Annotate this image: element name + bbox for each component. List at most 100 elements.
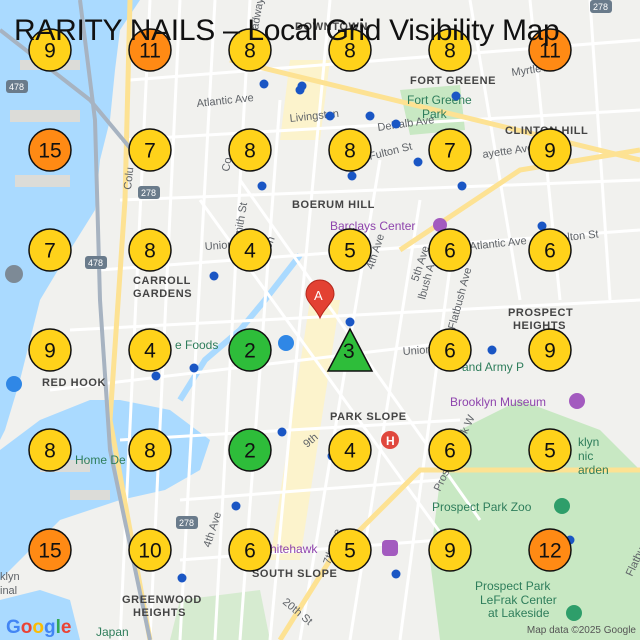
rank-marker[interactable]: 5: [328, 228, 372, 272]
rank-value: 5: [344, 540, 356, 563]
rank-value: 8: [44, 440, 56, 463]
label-park-slope: PARK SLOPE: [330, 411, 407, 423]
label-klyn: klyn: [0, 571, 20, 583]
metro-icon: [259, 79, 269, 89]
label-whole-foods: e Foods: [175, 338, 218, 352]
shield-icon: 278: [590, 0, 612, 13]
metro-icon: [209, 271, 219, 281]
metro-icon: [451, 91, 461, 101]
label-prospect-park-zoo: Prospect Park Zoo: [432, 500, 532, 514]
svg-text:478: 478: [88, 258, 103, 268]
label-prospect-heights-1: PROSPECT: [508, 307, 573, 319]
rank-marker[interactable]: 7: [128, 128, 172, 172]
label-south-slope: SOUTH SLOPE: [252, 568, 337, 580]
metro-icon: [151, 371, 161, 381]
rank-value: 5: [544, 440, 556, 463]
rank-marker[interactable]: 4: [228, 228, 272, 272]
rank-marker[interactable]: 9: [528, 328, 572, 372]
rank-marker[interactable]: 2: [228, 428, 272, 472]
metro-icon: [189, 363, 199, 373]
rank-value: 8: [244, 40, 256, 63]
rank-value: 15: [38, 540, 61, 563]
label-greenwood-2: HEIGHTS: [133, 607, 186, 619]
shield-icon: 278: [176, 516, 198, 529]
rank-marker[interactable]: 9: [528, 128, 572, 172]
business-rank: 3: [343, 340, 355, 363]
google-logo: Google: [6, 617, 72, 638]
rank-value: 9: [444, 540, 456, 563]
rank-marker[interactable]: 8: [328, 128, 372, 172]
rank-marker[interactable]: 10: [128, 528, 172, 572]
metro-icon: [391, 119, 401, 129]
rank-marker[interactable]: 9: [428, 528, 472, 572]
label-lefrak-2: at Lakeside: [488, 606, 550, 620]
rank-marker[interactable]: 11: [528, 28, 572, 72]
rank-marker[interactable]: 6: [428, 428, 472, 472]
label-greenwood-1: GREENWOOD: [122, 594, 202, 606]
rank-value: 8: [244, 140, 256, 163]
metro-icon: [347, 171, 357, 181]
svg-text:278: 278: [141, 188, 156, 198]
rank-marker[interactable]: 8: [128, 428, 172, 472]
rank-marker[interactable]: 11: [128, 28, 172, 72]
metro-icon: [231, 501, 241, 511]
rank-marker[interactable]: 8: [28, 428, 72, 472]
rank-marker[interactable]: 6: [428, 328, 472, 372]
rank-marker[interactable]: 7: [428, 128, 472, 172]
metro-icon: [413, 157, 423, 167]
metro-icon: [365, 111, 375, 121]
metro-icon: [257, 181, 267, 191]
label-boerum-hill: BOERUM HILL: [292, 199, 375, 211]
rank-marker[interactable]: 8: [228, 128, 272, 172]
rank-marker[interactable]: 4: [128, 328, 172, 372]
label-lefrak-1: LeFrak Center: [480, 593, 557, 607]
rank-marker[interactable]: 12: [528, 528, 572, 572]
metro-icon: [345, 317, 355, 327]
rank-value: 6: [444, 240, 456, 263]
rank-marker[interactable]: 6: [528, 228, 572, 272]
rank-marker[interactable]: 8: [428, 28, 472, 72]
rank-marker[interactable]: 6: [228, 528, 272, 572]
rank-value: 8: [344, 40, 356, 63]
label-fort-greene: FORT GREENE: [410, 75, 496, 87]
rank-value: 7: [444, 140, 456, 163]
rank-marker[interactable]: 6: [428, 228, 472, 272]
accessible-icon: [6, 376, 22, 392]
metro-icon: [457, 181, 467, 191]
rank-marker[interactable]: 7: [28, 228, 72, 272]
svg-text:Union: Union: [402, 344, 432, 358]
rank-marker[interactable]: 5: [528, 428, 572, 472]
museum-icon: [569, 393, 585, 409]
label-carroll-1: CARROLL: [133, 275, 191, 287]
rank-marker[interactable]: 15: [28, 128, 72, 172]
rank-marker[interactable]: 2: [228, 328, 272, 372]
map-canvas[interactable]: DOWNTOWN FORT GREENE Fort Greene Park CL…: [0, 0, 640, 640]
label-japan: Japan: [96, 625, 129, 639]
rank-marker[interactable]: 8: [328, 28, 372, 72]
rank-value: 9: [44, 40, 56, 63]
rank-value: 4: [344, 440, 356, 463]
rank-marker[interactable]: 4: [328, 428, 372, 472]
shield-icon: 478: [6, 80, 28, 93]
rank-marker[interactable]: 5: [328, 528, 372, 572]
rank-value: 10: [138, 540, 161, 563]
rank-value: 2: [244, 340, 256, 363]
map-attribution: Map data ©2025 Google: [526, 625, 636, 636]
rank-value: 8: [444, 40, 456, 63]
rank-value: 12: [538, 540, 561, 563]
rank-marker[interactable]: 9: [28, 28, 72, 72]
rank-marker[interactable]: 15: [28, 528, 72, 572]
metro-icon: [277, 427, 287, 437]
rank-marker[interactable]: 8: [128, 228, 172, 272]
rank-value: 11: [139, 40, 161, 63]
svg-text:278: 278: [593, 2, 608, 12]
rank-value: 15: [38, 140, 61, 163]
rank-value: 6: [544, 240, 556, 263]
rank-value: 7: [44, 240, 56, 263]
rank-value: 4: [144, 340, 156, 363]
rank-marker[interactable]: 8: [228, 28, 272, 72]
label-whitehawk: hitehawk: [270, 542, 318, 556]
whitehawk-icon: [382, 540, 398, 556]
rank-marker[interactable]: 9: [28, 328, 72, 372]
rank-value: 8: [144, 440, 156, 463]
